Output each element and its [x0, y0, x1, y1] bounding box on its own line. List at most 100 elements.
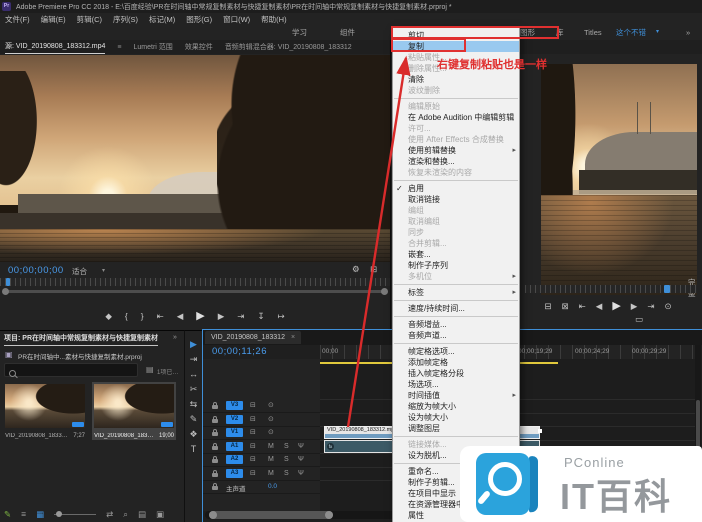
context-menu-item[interactable]: 速度/持续时间...: [393, 303, 519, 314]
bin-filter-icon[interactable]: ▤: [146, 365, 154, 374]
context-menu-item[interactable]: 缩放为帧大小: [393, 401, 519, 412]
track-header[interactable]: V2⊟⊙: [202, 413, 320, 427]
program-playhead[interactable]: [664, 285, 670, 293]
project-file-name[interactable]: PR在时间轴中...素材与快捷复制素材.prproj: [18, 351, 142, 361]
context-menu-item[interactable]: 帧定格选项...: [393, 346, 519, 357]
mark-in-icon[interactable]: {: [125, 312, 128, 321]
icon-view-button[interactable]: ▦: [36, 509, 44, 520]
context-menu-item[interactable]: 多机位▸: [393, 271, 519, 282]
scrollbar-handle[interactable]: [325, 511, 333, 519]
context-menu-item[interactable]: 编辑原始: [393, 101, 519, 112]
track-header[interactable]: V3⊟⊙: [202, 399, 320, 413]
context-menu-item[interactable]: 使用剪辑替换▸: [393, 145, 519, 156]
export-frame-icon[interactable]: ▭: [635, 315, 643, 324]
panel-menu-icon[interactable]: ≡: [117, 44, 121, 51]
context-menu-item[interactable]: 调整图层: [393, 423, 519, 434]
track-header[interactable]: A2⊟MSΨ: [202, 453, 320, 467]
context-menu-item[interactable]: 取消链接: [393, 194, 519, 205]
track-header[interactable]: V1⊟⊙: [202, 426, 320, 440]
add-marker-icon[interactable]: ◆: [105, 312, 112, 321]
play-icon[interactable]: ▶: [612, 301, 620, 312]
source-panel-tab-2[interactable]: 效果控件: [185, 42, 213, 52]
menubar-item-6[interactable]: 窗口(W): [223, 14, 250, 25]
step-back-icon[interactable]: ◀: [596, 302, 603, 311]
workspace-tab[interactable]: Titles: [584, 25, 602, 40]
mute-button[interactable]: M: [268, 469, 274, 478]
menubar-item-4[interactable]: 标记(M): [149, 14, 175, 25]
mic-icon[interactable]: Ψ: [298, 442, 304, 451]
workspace-overflow-icon[interactable]: »: [686, 25, 690, 40]
project-tab[interactable]: 项目: PR在时间轴中常规复制素材与快捷复制素材: [4, 333, 158, 346]
source-patch-icon[interactable]: ⊟: [250, 455, 256, 464]
source-patch-icon[interactable]: ⊟: [250, 442, 256, 451]
lift-icon[interactable]: ⊟: [544, 302, 551, 311]
eye-icon[interactable]: ⊙: [268, 428, 274, 437]
lock-icon[interactable]: [212, 419, 218, 423]
slip-tool[interactable]: ⇆: [190, 400, 198, 409]
panel-overflow-icon[interactable]: »: [173, 334, 177, 341]
context-menu-item[interactable]: 音频声道...: [393, 330, 519, 341]
automate-to-sequence-icon[interactable]: ⇄: [106, 509, 113, 520]
type-tool[interactable]: T: [191, 445, 197, 454]
context-menu-item[interactable]: 添加帧定格: [393, 357, 519, 368]
lock-icon[interactable]: [212, 432, 218, 436]
lock-icon[interactable]: [212, 486, 218, 490]
source-zoom-scrollbar[interactable]: [2, 288, 388, 295]
search-input[interactable]: [4, 363, 138, 377]
list-view-button[interactable]: ≡: [21, 509, 26, 519]
context-menu-item[interactable]: 时间插值▸: [393, 390, 519, 401]
context-menu-item[interactable]: 取消编组: [393, 216, 519, 227]
workspace-tab[interactable]: 组件: [340, 25, 355, 40]
sequence-tab[interactable]: VID_20190808_183312×: [205, 331, 301, 344]
track-select-tool[interactable]: ⇥: [190, 355, 198, 364]
context-menu-item[interactable]: 音频增益...: [393, 319, 519, 330]
mic-icon[interactable]: Ψ: [298, 469, 304, 478]
context-menu-item[interactable]: 在 Adobe Audition 中编辑剪辑: [393, 112, 519, 123]
find-icon[interactable]: ⌕: [123, 509, 128, 520]
context-menu-item[interactable]: 同步: [393, 227, 519, 238]
track-target-A1[interactable]: A1: [226, 442, 243, 451]
clip-out-point[interactable]: [538, 429, 542, 433]
context-menu-item[interactable]: 制作子序列: [393, 260, 519, 271]
zoom-scrollbar-handle[interactable]: [2, 288, 9, 295]
new-bin-button[interactable]: ▤: [138, 509, 146, 520]
overwrite-icon[interactable]: ↦: [278, 312, 285, 321]
workspace-edit-icon[interactable]: ▾: [656, 25, 659, 40]
extract-icon[interactable]: ⊠: [562, 302, 569, 311]
menubar-item-7[interactable]: 帮助(H): [261, 14, 286, 25]
context-menu-item[interactable]: 波纹删除: [393, 85, 519, 96]
source-scrub-bar[interactable]: [0, 278, 390, 286]
context-menu-item[interactable]: 设为帧大小: [393, 412, 519, 423]
source-zoom-select[interactable]: 适合: [72, 266, 87, 277]
project-item[interactable]: VID_20190808_183…19;00: [92, 382, 176, 440]
go-to-in-icon[interactable]: ⇤: [579, 302, 586, 311]
context-menu-item[interactable]: ✓启用: [393, 183, 519, 194]
source-panel-tab-3[interactable]: 音频剪辑混合器: VID_20190808_183312: [225, 42, 352, 52]
step-forward-icon[interactable]: ▶: [631, 302, 638, 311]
context-menu-item[interactable]: 场选项...: [393, 379, 519, 390]
ripple-edit-tool[interactable]: ↔: [189, 370, 198, 379]
scrollbar-handle[interactable]: [209, 511, 217, 519]
context-menu-item[interactable]: 许可...: [393, 123, 519, 134]
go-to-out-icon[interactable]: ⇥: [237, 312, 244, 321]
source-patch-icon[interactable]: ⊟: [250, 469, 256, 478]
step-forward-icon[interactable]: ▶: [218, 312, 225, 321]
step-back-icon[interactable]: ◀: [177, 312, 184, 321]
workspace-tab-active[interactable]: 这个不错: [616, 25, 646, 40]
selection-tool[interactable]: ▶: [190, 340, 197, 349]
hand-tool[interactable]: ❖: [189, 430, 197, 439]
lock-icon[interactable]: [212, 405, 218, 409]
lock-icon[interactable]: [212, 446, 218, 450]
solo-button[interactable]: S: [284, 455, 289, 464]
workspace-tab[interactable]: 学习: [292, 25, 307, 40]
mute-button[interactable]: M: [268, 455, 274, 464]
context-menu-item[interactable]: 恢复未渲染的内容: [393, 167, 519, 178]
context-menu-item[interactable]: 插入帧定格分段: [393, 368, 519, 379]
source-patch-icon[interactable]: ⊟: [250, 401, 256, 410]
context-menu-item[interactable]: 使用 After Effects 合成替换: [393, 134, 519, 145]
zoom-slider[interactable]: [54, 511, 96, 518]
mic-icon[interactable]: Ψ: [298, 455, 304, 464]
insert-icon[interactable]: ↧: [257, 312, 264, 321]
eye-icon[interactable]: ⊙: [268, 415, 274, 424]
menubar-item-3[interactable]: 序列(S): [113, 14, 138, 25]
